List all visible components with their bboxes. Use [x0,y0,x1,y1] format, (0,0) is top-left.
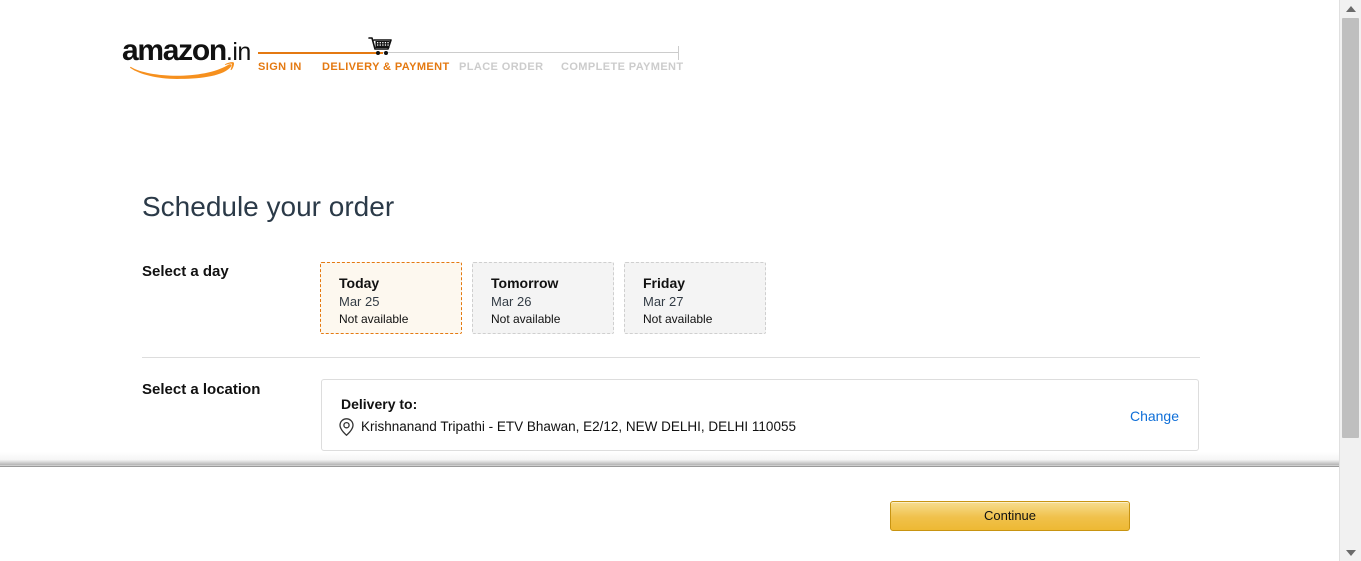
day-card-tomorrow[interactable]: Tomorrow Mar 26 Not available [472,262,614,334]
page-viewport: amazon.in SIGN IN DELIVERY & PAYMENT PLA… [0,0,1339,561]
amazon-in-logo[interactable]: amazon.in [122,36,251,80]
progress-line-endcap [678,46,679,60]
day-card-date: Mar 27 [643,294,684,309]
select-a-day-label: Select a day [142,263,229,280]
scroll-up-triangle [1345,5,1356,12]
day-card-name: Today [339,275,380,291]
day-card-date: Mar 25 [339,294,380,309]
select-a-location-label: Select a location [142,381,261,398]
scroll-down-triangle [1345,549,1356,556]
footer-shadow [0,452,1339,466]
scroll-down-arrow-icon[interactable] [1340,544,1361,561]
day-card-date: Mar 26 [491,294,532,309]
shopping-cart-icon [368,37,392,55]
scrollbar-thumb[interactable] [1342,18,1359,438]
vertical-scrollbar[interactable] [1339,0,1361,561]
map-pin-icon [339,418,354,436]
change-address-link[interactable]: Change [1130,408,1179,424]
progress-line-remaining [383,52,679,53]
scroll-up-arrow-icon[interactable] [1340,0,1361,17]
delivery-to-label: Delivery to: [341,396,418,412]
day-card-status: Not available [643,312,713,326]
progress-step-delivery-payment[interactable]: DELIVERY & PAYMENT [322,61,450,73]
progress-line-completed [258,52,383,54]
progress-step-place-order: PLACE ORDER [459,61,544,73]
sticky-footer: Continue [0,467,1339,561]
checkout-progress-bar: SIGN IN DELIVERY & PAYMENT PLACE ORDER C… [258,37,683,82]
delivery-address-box: Delivery to: Krishnanand Tripathi - ETV … [321,379,1199,451]
day-card-name: Tomorrow [491,275,559,291]
delivery-address-text: Krishnanand Tripathi - ETV Bhawan, E2/12… [361,419,796,434]
progress-step-labels: SIGN IN DELIVERY & PAYMENT PLACE ORDER C… [258,61,683,77]
day-card-today[interactable]: Today Mar 25 Not available [320,262,462,334]
day-card-status: Not available [339,312,409,326]
day-card-friday[interactable]: Friday Mar 27 Not available [624,262,766,334]
continue-button[interactable]: Continue [890,501,1130,531]
page-title: Schedule your order [142,190,395,222]
day-card-status: Not available [491,312,561,326]
progress-step-sign-in[interactable]: SIGN IN [258,61,302,73]
page-header: amazon.in SIGN IN DELIVERY & PAYMENT PLA… [0,0,1339,100]
progress-step-complete-payment: COMPLETE PAYMENT [561,61,684,73]
day-card-name: Friday [643,275,686,291]
section-divider [142,357,1200,358]
amazon-smile-icon [130,62,235,79]
